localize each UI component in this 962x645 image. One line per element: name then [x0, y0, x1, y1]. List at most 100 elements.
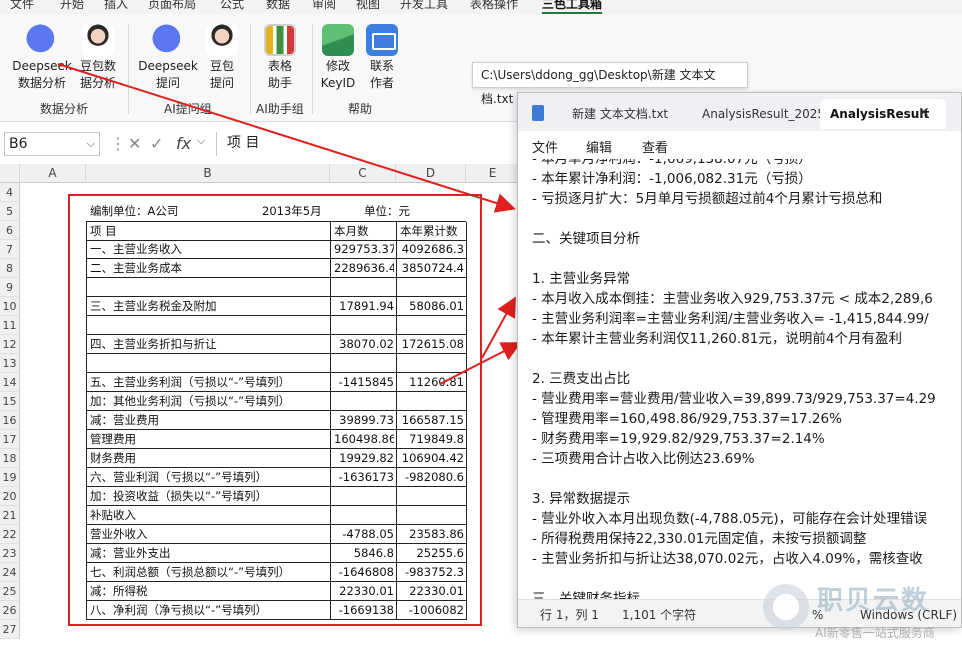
doubao-analysis-button[interactable]: 豆包数 据分析	[66, 24, 130, 90]
row-header[interactable]: 5	[0, 202, 20, 221]
row-header[interactable]: 20	[0, 487, 20, 506]
group-label-ai-ask: AI提问组	[164, 102, 212, 116]
group-label-data-analysis: 数据分析	[40, 102, 89, 116]
more-options-icon[interactable]: ⋮	[110, 134, 126, 153]
menu-review[interactable]: 审阅	[312, 0, 336, 12]
row-header[interactable]: 13	[0, 354, 20, 373]
menu-insert[interactable]: 插入	[104, 0, 128, 12]
text-line: - 营业外收入本月出现负数(-4,788.05元)，可能存在会计处理错误	[532, 511, 928, 527]
menu-developer[interactable]: 开发工具	[400, 0, 448, 12]
row-header[interactable]: 26	[0, 601, 20, 620]
row-header[interactable]: 8	[0, 259, 20, 278]
doubao-avatar-icon	[82, 24, 114, 56]
menu-home[interactable]: 开始	[60, 0, 84, 12]
text-line: - 三项费用合计占收入比例达23.69%	[532, 451, 755, 467]
chevron-down-icon[interactable]: ⌵	[87, 133, 95, 155]
text-line: - 所得税费用保持22,330.01元固定值，未按亏损额调整	[532, 531, 867, 547]
arrow-table-to-result	[481, 296, 516, 359]
column-header-e[interactable]: E	[466, 164, 520, 183]
row-header[interactable]: 24	[0, 563, 20, 582]
text-line: - 本月收入成本倒挂：主营业务收入929,753.37元 < 成本2,289,6	[532, 291, 933, 307]
row-header[interactable]: 12	[0, 335, 20, 354]
close-icon[interactable]: ✕	[918, 105, 930, 121]
column-header-c[interactable]: C	[330, 164, 396, 183]
row-header[interactable]: 9	[0, 278, 20, 297]
menu-toolbox[interactable]: 三色工具箱	[542, 0, 603, 14]
insert-function-icon[interactable]: fx	[176, 134, 191, 153]
menu-formulas[interactable]: 公式	[220, 0, 244, 12]
tab-new-text-doc[interactable]: 新建 文本文档.txt	[572, 99, 692, 129]
column-header-a[interactable]: A	[20, 164, 86, 183]
notepad-tab-bar: 新建 文本文档.txt AnalysisResult_20250 Analysi…	[518, 93, 961, 131]
row-header[interactable]: 14	[0, 373, 20, 392]
doubao-ask-button[interactable]: 豆包 提问	[190, 24, 254, 90]
menu-view[interactable]: 视图	[356, 0, 380, 12]
row-header[interactable]: 27	[0, 620, 20, 639]
table-assistant-button[interactable]: 表格 助手	[248, 24, 312, 90]
text-line: - 主营业务折扣与折让达38,070.02元，占收入4.09%，需核查收	[532, 551, 923, 567]
menu-file[interactable]: 文件	[10, 0, 34, 12]
text-line: - 营业费用率=营业费用/营业收入=39,899.73/929,753.37=4…	[532, 391, 936, 407]
row-header[interactable]: 11	[0, 316, 20, 335]
row-header[interactable]: 17	[0, 430, 20, 449]
table-assistant-icon	[264, 24, 296, 56]
column-header-d[interactable]: D	[396, 164, 466, 183]
menu-data[interactable]: 数据	[266, 0, 290, 12]
row-header[interactable]: 19	[0, 468, 20, 487]
row-header[interactable]: 23	[0, 544, 20, 563]
menu-page-layout[interactable]: 页面布局	[148, 0, 196, 12]
text-line: 1. 主营业务异常	[532, 271, 631, 287]
watermark: 职贝云数 AI新零售一站式服务商	[757, 580, 962, 645]
formula-bar: B6 ⌵ ⋮ ✕ ✓ fx ⌵ 项 目	[0, 130, 520, 158]
text-line: 3. 异常数据提示	[532, 491, 631, 507]
formula-input[interactable]: 项 目	[216, 132, 516, 156]
row-header[interactable]: 18	[0, 449, 20, 468]
ribbon-separator	[128, 24, 129, 114]
notepad-menu: 文件 编辑 查看	[518, 131, 961, 159]
cursor-position: 行 1，列 1	[540, 608, 599, 622]
row-header[interactable]: 15	[0, 392, 20, 411]
notepad-window: 新建 文本文档.txt AnalysisResult_20250 Analysi…	[517, 92, 962, 628]
text-line: 2. 三费支出占比	[532, 371, 631, 387]
deepseek-analysis-button[interactable]: Deepseek 数据分析	[10, 24, 74, 90]
row-header[interactable]: 4	[0, 183, 20, 202]
group-label-help: 帮助	[348, 102, 373, 116]
contact-author-button[interactable]: 联系 作者	[350, 24, 414, 90]
text-line: - 本年累计净利润：-1,006,082.31元（亏损）	[532, 171, 812, 187]
group-label-ai-assistant: AI助手组	[256, 102, 304, 116]
notepad-menu-view[interactable]: 查看	[642, 137, 668, 156]
menu-table-ops[interactable]: 表格操作	[470, 0, 518, 12]
select-all-corner[interactable]	[0, 164, 20, 183]
watermark-title: 职贝云数	[817, 586, 930, 616]
doubao-avatar-icon	[206, 24, 238, 56]
notepad-menu-file[interactable]: 文件	[532, 137, 558, 156]
column-header-b[interactable]: B	[86, 164, 330, 183]
text-line: - 管理费用率=160,498.86/929,753.37=17.26%	[532, 411, 842, 427]
row-header[interactable]: 21	[0, 506, 20, 525]
highlight-box	[68, 194, 482, 626]
mail-icon	[366, 24, 398, 56]
row-header[interactable]: 7	[0, 240, 20, 259]
chevron-down-icon[interactable]: ⌵	[197, 134, 205, 148]
text-line: - 财务费用率=19,929.82/929,753.37=2.14%	[532, 431, 825, 447]
text-line: - 亏损逐月扩大：5月单月亏损额超过前4个月累计亏损总和	[532, 191, 883, 207]
notepad-app-icon	[532, 105, 544, 121]
confirm-icon[interactable]: ✓	[150, 134, 163, 153]
row-header[interactable]: 10	[0, 297, 20, 316]
tab-analysis-result-1[interactable]: AnalysisResult_20250	[702, 99, 820, 129]
text-line-clipped: - 本月单月净利润：-1,669,138.07元（亏损）	[532, 159, 812, 167]
row-header[interactable]: 25	[0, 582, 20, 601]
name-box[interactable]: B6 ⌵	[4, 132, 100, 156]
menu-bar: 文件 开始 插入 页面布局 公式 数据 审阅 视图 开发工具 表格操作 三色工具…	[0, 0, 962, 14]
notepad-menu-edit[interactable]: 编辑	[586, 137, 612, 156]
text-line: 三、关键财务指标	[532, 591, 640, 599]
cancel-icon[interactable]: ✕	[128, 134, 141, 153]
char-count: 1,101 个字符	[622, 608, 697, 622]
notepad-text-area[interactable]: - 本月单月净利润：-1,669,138.07元（亏损） - 本年累计净利润：-…	[518, 159, 961, 599]
deepseek-whale-icon	[26, 24, 58, 56]
row-header[interactable]: 6	[0, 221, 20, 240]
row-header[interactable]: 16	[0, 411, 20, 430]
deepseek-whale-icon	[152, 24, 184, 56]
row-header[interactable]: 22	[0, 525, 20, 544]
text-line: - 主营业务利润率=主营业务利润/主营业务收入= -1,415,844.99/	[532, 311, 929, 327]
